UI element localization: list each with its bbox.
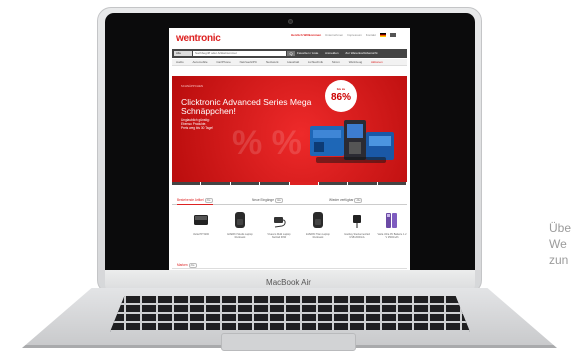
login-link[interactable]: Anmelden bbox=[325, 51, 339, 55]
search-bar: Alle Suchbegriff oder Artikelnummer Q Fa… bbox=[172, 49, 407, 58]
product-card[interactable]: Varta Ultra 9V Batterie 1.2 V 2500mAh bbox=[377, 208, 407, 248]
product-card[interactable]: Goobay Steckernetzteil USB 2000mA bbox=[342, 208, 372, 248]
language-flag-icon[interactable] bbox=[389, 33, 396, 38]
product-card[interactable]: Vivanco Multi Laptop Netzteil 90W bbox=[264, 208, 294, 248]
category-select[interactable]: Alle bbox=[174, 51, 192, 56]
search-button[interactable]: Q bbox=[287, 51, 295, 56]
slide-dot[interactable] bbox=[318, 182, 348, 185]
trackpad bbox=[221, 333, 356, 351]
badge-label: bis zu bbox=[336, 87, 346, 91]
product-promo-screenshot: wentronic Herzlich Willkommen Unternehme… bbox=[0, 0, 577, 356]
slide-dot[interactable] bbox=[201, 182, 230, 185]
battery-icon bbox=[384, 210, 400, 229]
hero-product-image bbox=[310, 120, 394, 163]
product-caption: EVERKI Studio Laptop Rucksack bbox=[227, 233, 253, 239]
product-list: Varta PP 5200 EVERKI Studio Laptop Rucksa… bbox=[172, 208, 407, 248]
slide-dot[interactable] bbox=[172, 182, 201, 185]
top-links: Herzlich Willkommen Unternehmen Impressu… bbox=[291, 33, 399, 38]
top-link-company[interactable]: Unternehmen bbox=[325, 33, 343, 37]
nav-item-sale[interactable]: Aktionen bbox=[367, 59, 387, 66]
brands-title: Marken bbox=[177, 263, 188, 267]
top-link-imprint[interactable]: Impressum bbox=[347, 33, 362, 37]
nav-item[interactable]: Werkzeug bbox=[345, 59, 366, 66]
site-header: wentronic Herzlich Willkommen Unternehme… bbox=[169, 28, 410, 48]
keyboard-rows bbox=[110, 296, 470, 332]
badge-percent: 86% bbox=[330, 92, 351, 103]
nav-item[interactable]: Audio bbox=[172, 59, 188, 66]
tab-available[interactable]: Wieder verfügbar Alle bbox=[329, 196, 363, 205]
tab-label: Bestehende Artikel bbox=[177, 198, 204, 202]
backpack-icon bbox=[310, 210, 326, 229]
hero-subtitle: Unglaublich günstig: Ebenso Produkte. Pr… bbox=[181, 118, 251, 131]
tab-pill[interactable]: Alle bbox=[354, 198, 363, 203]
hero-banner[interactable]: % % % SCHNÄPPCHEN Clicktronic Advanced S… bbox=[172, 76, 407, 182]
favorites-link[interactable]: Favoriten / Liste bbox=[297, 51, 318, 55]
plug-icon bbox=[349, 210, 365, 229]
cart-link[interactable]: Zur Warenkorbübersicht bbox=[345, 51, 377, 55]
product-caption: Goobay Steckernetzteil USB 2000mA bbox=[344, 233, 370, 239]
hero-eyebrow: SCHNÄPPCHEN bbox=[181, 85, 204, 88]
hero-subtitle-line: Preis weg bis 30 Tage! bbox=[181, 126, 214, 131]
nav-item[interactable]: Netzwerk/PC bbox=[236, 59, 262, 66]
website: wentronic Herzlich Willkommen Unternehme… bbox=[169, 28, 410, 278]
product-card[interactable]: EVERKI Studio Laptop Rucksack bbox=[225, 208, 255, 248]
product-card[interactable]: EVERKI Titan Laptop Rucksack bbox=[303, 208, 333, 248]
slide-dot[interactable] bbox=[377, 182, 406, 185]
nav-item[interactable]: Haushalt bbox=[283, 59, 303, 66]
side-text-line: zun bbox=[549, 253, 569, 267]
tab-label: Wieder verfügbar bbox=[329, 198, 354, 202]
discount-badge: bis zu 86% bbox=[325, 80, 357, 112]
nav-item[interactable]: Automobile bbox=[189, 59, 212, 66]
tab-new[interactable]: Neue Eingänge Alle bbox=[252, 196, 283, 205]
tab-pill[interactable]: Alle bbox=[204, 198, 213, 203]
main-nav: Audio Automobile Car/Phone Netzwerk/PC N… bbox=[172, 59, 407, 66]
top-link-contact[interactable]: Kontakt bbox=[366, 33, 376, 37]
slide-dot[interactable] bbox=[348, 182, 377, 185]
nav-item[interactable]: Lichtechnik bbox=[304, 59, 327, 66]
laptop-screen: wentronic Herzlich Willkommen Unternehme… bbox=[169, 28, 410, 278]
welcome-text: Herzlich Willkommen bbox=[291, 33, 322, 37]
german-flag-icon[interactable] bbox=[379, 33, 386, 38]
product-caption: EVERKI Titan Laptop Rucksack bbox=[306, 233, 330, 239]
product-card[interactable]: Varta PP 5200 bbox=[186, 208, 216, 248]
search-input[interactable]: Suchbegriff oder Artikelnummer bbox=[193, 51, 286, 56]
hero-title: Clicktronic Advanced Series Mega Schnäpp… bbox=[181, 97, 312, 116]
product-caption: Varta Ultra 9V Batterie 1.2 V 2500mAh bbox=[377, 233, 407, 239]
tab-existing[interactable]: Bestehende Artikel Alle bbox=[177, 196, 213, 205]
side-text-line: We bbox=[549, 237, 567, 251]
slide-dot[interactable] bbox=[289, 182, 318, 185]
side-text-line: Übe bbox=[549, 221, 572, 235]
tab-pill[interactable]: Alle bbox=[274, 198, 283, 203]
site-logo[interactable]: wentronic bbox=[176, 33, 221, 44]
tab-label: Neue Eingänge bbox=[252, 198, 274, 202]
slide-indicator bbox=[172, 182, 407, 186]
header-actions: Favoriten / Liste Anmelden Zur Warenkorb… bbox=[297, 51, 383, 56]
nav-item[interactable]: Car/Phone bbox=[212, 59, 234, 66]
powerbank-icon bbox=[193, 210, 209, 229]
product-tabs: Bestehende Artikel Alle Neue Eingänge Alle… bbox=[172, 196, 407, 205]
slide-dot[interactable] bbox=[230, 182, 260, 185]
camera-icon bbox=[288, 19, 293, 24]
side-text: Übe We zun bbox=[549, 220, 571, 268]
nav-item[interactable]: Netzwerk bbox=[262, 59, 283, 66]
device-label: MacBook Air bbox=[266, 278, 311, 287]
nav-item[interactable]: Strom bbox=[328, 59, 344, 66]
product-caption: Varta PP 5200 bbox=[192, 233, 210, 236]
adapter-icon bbox=[271, 210, 287, 229]
backpack-icon bbox=[232, 210, 248, 229]
product-caption: Vivanco Multi Laptop Netzteil 90W bbox=[267, 233, 291, 239]
slide-dot[interactable] bbox=[260, 182, 289, 185]
